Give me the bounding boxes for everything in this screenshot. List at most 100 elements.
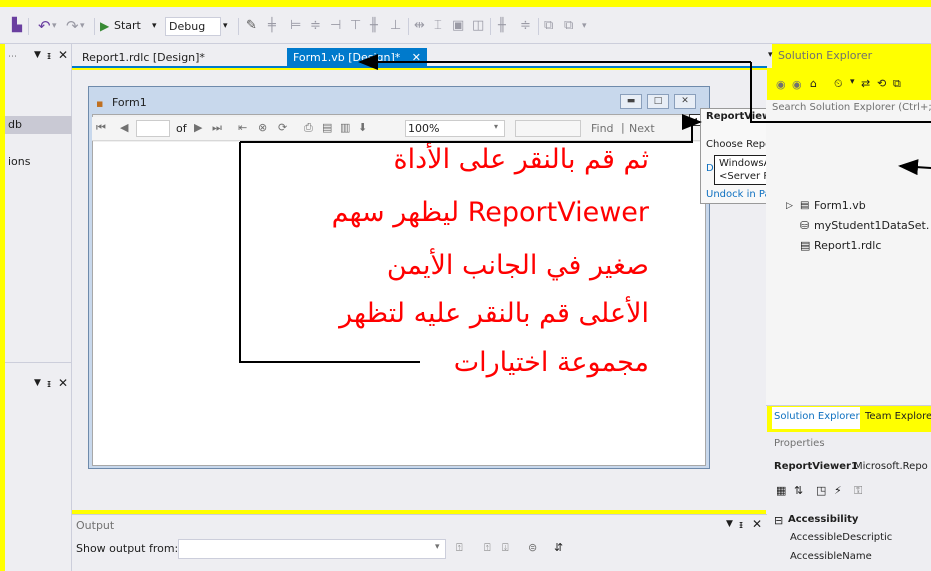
selected-object-type[interactable]: Microsoft.Repo [854,461,928,472]
left-pane-item[interactable]: ions [8,155,31,168]
left-pane-item[interactable]: db [8,118,22,131]
bring-to-front-icon[interactable]: ⧉ [544,17,553,35]
align-right-icon[interactable]: ⊣ [330,17,341,35]
export-icon[interactable]: ⬇ [358,121,367,134]
left-pane-dropdown-icon[interactable]: ▼ [34,50,41,60]
forward-icon[interactable]: ◉ [792,78,802,91]
solution-explorer-dropdown-icon[interactable]: ▾ [768,50,773,60]
minimize-button[interactable]: ▬ [620,94,642,109]
clear-all-icon[interactable]: ⊜ [528,541,537,554]
prev-message-icon[interactable]: ⍐ [484,541,491,555]
property-name[interactable]: AccessibleDescriptic [790,532,892,543]
output-source-select[interactable]: ▾ [178,539,446,559]
left-pane2-dropdown-icon[interactable]: ▼ [34,378,41,388]
align-top-icon[interactable]: ⊤ [350,17,361,35]
tab-report-design[interactable]: Report1.rdlc [Design]* [76,48,211,68]
redo-dropdown-icon[interactable]: ▾ [80,17,85,35]
category-collapse-icon[interactable]: ⊟ [774,514,783,527]
toolbar-overflow-icon[interactable]: ▾ [582,17,587,35]
next-message-icon[interactable]: ⍗ [502,541,509,555]
left-pane-pin-icon[interactable]: ᵻ [47,49,51,62]
page-number-input[interactable] [136,120,170,137]
config-select[interactable]: Debug [165,17,221,36]
vertical-spacing-icon[interactable]: ≑ [520,17,531,35]
align-bottom-icon[interactable]: ⊥ [390,17,401,35]
undo-dropdown-icon[interactable]: ▾ [52,17,57,35]
redo-icon[interactable]: ↷ [66,17,79,35]
refresh-icon[interactable]: ⟲ [877,77,886,90]
menu-item-fragment[interactable]: ▔▔▔ [6,0,27,5]
refresh-icon[interactable]: ⟳ [278,121,287,134]
next-link[interactable]: Next [629,122,655,135]
tab-team-explorer[interactable]: Team Explore [865,411,931,422]
tree-item[interactable]: Form1.vb [814,199,866,212]
events-icon[interactable]: ⚡ [834,484,842,497]
properties-icon[interactable]: ◳ [816,484,826,497]
dock-link[interactable]: D [706,163,714,174]
align-left-icon[interactable]: ⊨ [290,17,301,35]
history-dropdown-icon[interactable]: ▾ [850,77,855,87]
output-pin-icon[interactable]: ᵻ [739,518,743,531]
home-icon[interactable]: ⌂ [810,77,817,90]
solution-explorer-title: Solution Explorer [778,49,873,62]
history-icon[interactable]: ⏲ [834,77,843,91]
expand-arrow-icon[interactable]: ▷ [786,201,793,211]
document-tab-strip: Report1.rdlc [Design]* Form1.vb [Design]… [72,44,772,68]
first-page-icon[interactable]: ⏮ [96,121,106,135]
property-pages-icon[interactable]: ⚿ [854,484,862,498]
start-button-label[interactable]: Start [114,16,141,36]
find-text-input[interactable] [515,120,581,137]
size-to-grid-icon[interactable]: ◫ [472,17,484,35]
same-height-icon[interactable]: ⌶ [434,17,442,35]
find-link[interactable]: Find [591,122,614,135]
same-width-icon[interactable]: ⇹ [414,17,425,35]
send-to-back-icon[interactable]: ⧉ [564,17,573,35]
tab-form-design[interactable]: Form1.vb [Design]* ✕ [287,48,427,68]
solution-search-input[interactable]: Search Solution Explorer (Ctrl+;) [772,102,931,113]
collapse-icon[interactable]: ⧉ [893,77,901,91]
categorized-icon[interactable]: ▦ [776,484,786,497]
start-play-icon[interactable]: ▶ [100,16,109,36]
word-wrap-icon[interactable]: ⇵ [554,541,563,554]
stop-icon[interactable]: ⊗ [258,121,267,134]
tree-item[interactable]: Report1.rdlc [814,239,881,252]
selected-object-name[interactable]: ReportViewer1 [774,461,858,472]
save-all-icon[interactable]: ▙ [12,17,22,35]
print-layout-icon[interactable]: ▤ [322,121,332,134]
start-dropdown-icon[interactable]: ▾ [152,16,157,36]
page-setup-icon[interactable]: ▥ [340,121,350,134]
back-icon[interactable]: ◉ [776,78,786,91]
same-size-icon[interactable]: ▣ [452,17,464,35]
left-pane-close-icon[interactable]: ✕ [58,48,68,62]
undo-icon[interactable]: ↶ [38,17,51,35]
alphabetical-icon[interactable]: ⇅ [794,484,803,497]
property-name[interactable]: AccessibleName [790,551,872,562]
align-center-icon[interactable]: ≑ [310,17,321,35]
align-middle-icon[interactable]: ╫ [370,17,378,35]
format-icon[interactable]: ✎ [246,17,257,35]
print-icon[interactable]: ⎙ [304,121,313,135]
tab-solution-explorer[interactable]: Solution Explorer [772,407,860,429]
tree-item[interactable]: myStudent1DataSet. [814,219,929,232]
zoom-select[interactable]: 100% ▾ [405,120,505,137]
next-page-icon[interactable]: ▶ [194,121,202,134]
back-icon[interactable]: ⇤ [238,121,247,134]
output-close-icon[interactable]: ✕ [752,517,762,531]
category-header[interactable]: Accessibility [788,514,858,525]
left-pane2-close-icon[interactable]: ✕ [58,376,68,390]
tab-close-icon[interactable]: ✕ [412,48,421,68]
horizontal-spacing-icon[interactable]: ╫ [498,17,506,35]
sync-icon[interactable]: ⇄ [861,77,870,90]
config-dropdown-icon[interactable]: ▾ [223,16,228,36]
previous-page-icon[interactable]: ◀ [120,121,128,134]
output-source-dropdown-icon[interactable]: ▾ [435,542,440,552]
output-dropdown-icon[interactable]: ▼ [726,519,733,529]
left-pane2-pin-icon[interactable]: ᵻ [47,377,51,390]
maximize-button[interactable]: □ [647,94,669,109]
close-button[interactable]: ✕ [674,94,696,109]
align-icon[interactable]: ╪ [268,17,276,35]
find-message-icon[interactable]: ⍐ [456,541,463,555]
last-page-icon[interactable]: ⏭ [212,121,222,135]
solution-explorer-toolbar: ◉ ◉ ⌂ ⏲ ▾ ⇄ ⟲ ⧉ [766,70,931,100]
zoom-dropdown-icon[interactable]: ▾ [494,122,498,131]
